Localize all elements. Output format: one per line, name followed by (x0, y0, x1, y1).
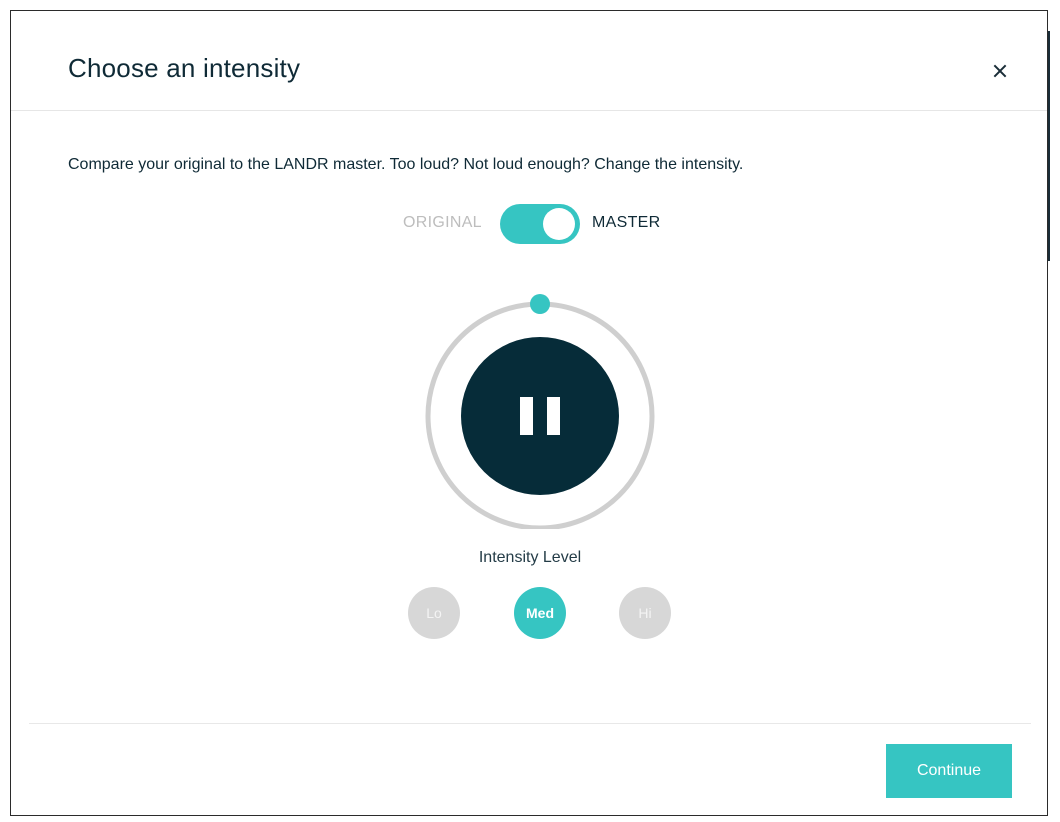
progress-handle[interactable] (530, 294, 550, 314)
continue-button[interactable]: Continue (886, 744, 1012, 798)
intensity-dialog: Choose an intensity Compare your origina… (10, 10, 1050, 816)
toggle-label-master[interactable]: MASTER (592, 214, 660, 232)
pause-button[interactable] (461, 337, 619, 495)
toggle-label-original[interactable]: ORIGINAL (403, 214, 482, 232)
toggle-knob[interactable] (543, 208, 575, 240)
intensity-hi-button[interactable]: Hi (619, 587, 671, 639)
audio-player (421, 291, 659, 529)
pause-icon (520, 397, 533, 435)
footer-divider (29, 723, 1031, 724)
close-icon[interactable] (986, 57, 1014, 85)
dialog-title: Choose an intensity (68, 53, 301, 83)
dialog-description: Compare your original to the LANDR maste… (68, 156, 744, 173)
pause-icon (547, 397, 560, 435)
original-master-toggle-row: ORIGINAL MASTER (11, 204, 1047, 244)
dialog-header: Choose an intensity (11, 11, 1047, 111)
scrollbar-edge (1048, 31, 1050, 261)
intensity-level-label: Intensity Level (478, 549, 582, 566)
intensity-med-button[interactable]: Med (514, 587, 566, 639)
original-master-toggle[interactable] (500, 204, 580, 244)
intensity-lo-button[interactable]: Lo (408, 587, 460, 639)
